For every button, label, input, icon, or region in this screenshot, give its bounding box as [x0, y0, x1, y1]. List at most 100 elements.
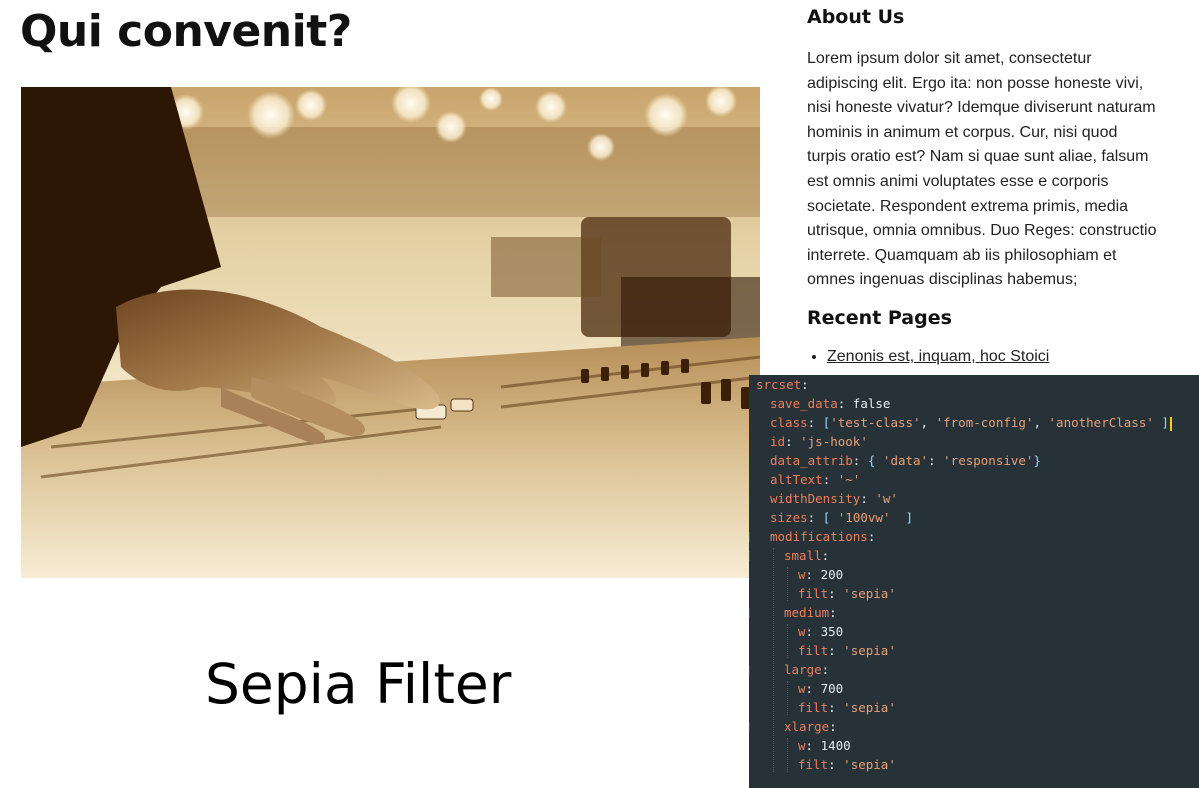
code-value: 700: [820, 681, 844, 696]
code-punct: :: [928, 453, 936, 468]
code-line[interactable]: w: 200: [798, 565, 843, 584]
about-us-heading: About Us: [807, 6, 905, 28]
code-colon: :: [860, 491, 868, 506]
code-line[interactable]: class: ['test-class', 'from-config', 'an…: [770, 413, 1172, 432]
code-line[interactable]: w: 1400: [798, 736, 851, 755]
code-line[interactable]: data_attrib: { 'data': 'responsive'}: [770, 451, 1041, 470]
code-colon: :: [828, 586, 836, 601]
code-line[interactable]: large:: [784, 660, 829, 679]
code-colon: :: [829, 719, 837, 734]
code-value: 200: [820, 567, 844, 582]
code-line[interactable]: xlarge:: [784, 717, 837, 736]
code-colon: :: [828, 643, 836, 658]
code-string: 'sepia': [843, 643, 896, 658]
code-key: w: [798, 738, 806, 753]
code-line[interactable]: filt: 'sepia': [798, 641, 896, 660]
code-line[interactable]: filt: 'sepia': [798, 698, 896, 717]
code-key: widthDensity: [770, 491, 861, 506]
code-key: w: [798, 681, 806, 696]
code-key: data_attrib: [770, 453, 853, 468]
code-key: w: [798, 624, 806, 639]
code-string: 'sepia': [843, 700, 896, 715]
indent-guide: [773, 548, 774, 772]
indent-guide: [787, 624, 788, 658]
code-line[interactable]: srcset:: [756, 375, 809, 394]
code-line[interactable]: altText: '~': [770, 470, 860, 489]
code-colon: :: [828, 700, 836, 715]
code-colon: :: [852, 453, 861, 468]
code-line[interactable]: widthDensity: 'w': [770, 489, 898, 508]
mixing-console-photo: [21, 87, 760, 578]
code-value: 350: [820, 624, 844, 639]
code-bracket: }: [1033, 453, 1041, 468]
code-key: srcset: [756, 377, 802, 392]
code-colon: :: [822, 472, 831, 487]
code-key: sizes: [770, 510, 808, 525]
code-key: filt: [798, 700, 829, 715]
code-key: save_data: [770, 396, 838, 411]
code-colon: :: [785, 434, 793, 449]
code-line[interactable]: sizes: [ '100vw' ]: [770, 508, 913, 527]
code-line[interactable]: save_data: false: [770, 394, 890, 413]
code-string: 'sepia': [843, 757, 896, 772]
fold-marker-icon[interactable]: [749, 665, 754, 675]
code-line[interactable]: filt: 'sepia': [798, 755, 896, 774]
code-key: modifications: [770, 529, 868, 544]
code-line[interactable]: filt: 'sepia': [798, 584, 896, 603]
code-colon: :: [805, 624, 814, 639]
code-string: 'sepia': [843, 586, 896, 601]
code-bracket: ]: [1161, 415, 1169, 430]
indent-guide: [787, 738, 788, 772]
code-punct: ,: [1033, 415, 1041, 430]
code-colon: :: [828, 757, 836, 772]
page-title: Qui convenit?: [20, 6, 352, 57]
code-key: filt: [798, 643, 829, 658]
code-line[interactable]: small:: [784, 546, 829, 565]
code-line[interactable]: medium:: [784, 603, 837, 622]
indent-guide: [787, 567, 788, 601]
code-colon: :: [807, 415, 816, 430]
code-line[interactable]: id: 'js-hook': [770, 432, 868, 451]
code-colon: :: [805, 567, 814, 582]
code-line[interactable]: modifications:: [770, 527, 875, 546]
code-value: 1400: [820, 738, 851, 753]
code-key: large: [784, 662, 822, 677]
recent-page-link[interactable]: Zenonis est, inquam, hoc Stoici: [827, 348, 1049, 365]
recent-pages-heading: Recent Pages: [807, 307, 952, 329]
code-string: 'anotherClass': [1048, 415, 1154, 430]
code-key: filt: [798, 586, 829, 601]
code-key: id: [770, 434, 786, 449]
hero-image-sepia-mixing-console: [21, 87, 760, 578]
code-editor-panel[interactable]: srcset: save_data: false class: ['test-cla…: [749, 375, 1199, 788]
fold-marker-icon[interactable]: [749, 608, 754, 618]
code-key: altText: [770, 472, 823, 487]
code-key: xlarge: [784, 719, 830, 734]
code-string: '100vw': [837, 510, 891, 525]
about-us-text: Lorem ipsum dolor sit amet, consectetur …: [807, 50, 1157, 289]
fold-marker-icon[interactable]: [749, 722, 754, 732]
code-key: w: [798, 567, 806, 582]
indent-guide: [787, 681, 788, 715]
code-string: 'data': [882, 453, 929, 468]
code-colon: :: [805, 681, 814, 696]
code-colon: :: [805, 738, 814, 753]
code-string: 'w': [875, 491, 898, 506]
code-colon: :: [821, 662, 830, 677]
fold-marker-icon[interactable]: [749, 532, 754, 542]
code-value: false: [852, 396, 891, 411]
fold-marker-icon[interactable]: [749, 551, 754, 561]
code-bracket: {: [867, 453, 876, 468]
code-colon: :: [821, 548, 830, 563]
code-colon: :: [807, 510, 816, 525]
code-bracket: ]: [905, 510, 914, 525]
code-line[interactable]: w: 700: [798, 679, 843, 698]
text-cursor: [1169, 416, 1172, 431]
code-string: '~': [837, 472, 861, 487]
code-line[interactable]: w: 350: [798, 622, 843, 641]
recent-pages-list: Zenonis est, inquam, hoc Stoici: [807, 348, 1049, 366]
code-key: medium: [784, 605, 830, 620]
code-bracket: [: [822, 510, 831, 525]
code-key: small: [784, 548, 822, 563]
code-string: 'test-class': [830, 415, 921, 430]
code-colon: :: [867, 529, 876, 544]
